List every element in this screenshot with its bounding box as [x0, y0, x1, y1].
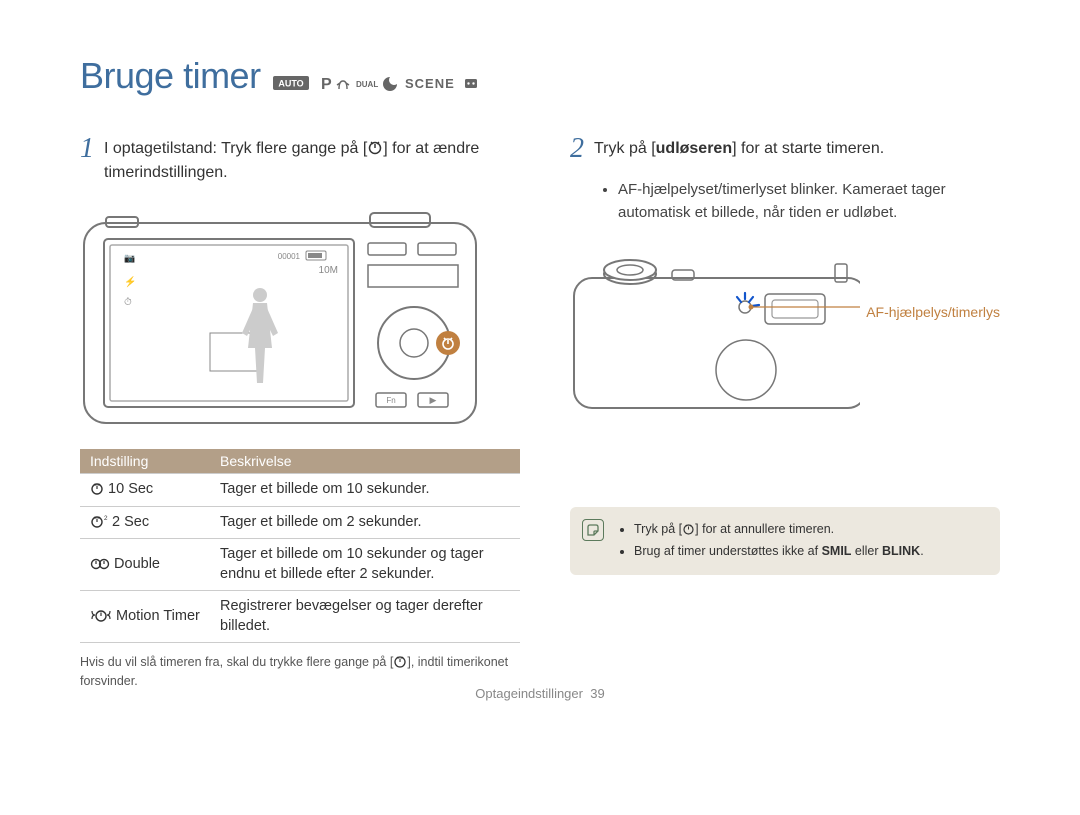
step-2-pre: Tryk på [ [594, 140, 656, 157]
camera-back-illustration: 📷 00001 10M ⚡ ⏱ [80, 203, 510, 433]
columns: 1 I optagetilstand: Tryk flere gange på … [80, 137, 1000, 691]
table-row: Double Tager et billede om 10 sekunder o… [80, 539, 520, 591]
step-2-bullet-1: AF-hjælpelyset/timerlyset blinker. Kamer… [618, 179, 1000, 224]
svg-text:SCENE: SCENE [405, 76, 455, 91]
page-title: Bruge timer [80, 55, 261, 96]
row-1-label: 10 Sec [108, 481, 153, 497]
timer-icon [393, 654, 407, 668]
mode-icon-strip: AUTO P DUAL SCENE [273, 73, 483, 95]
info-2-pre: Brug af timer understøttes ikke af [634, 544, 822, 558]
left-column: 1 I optagetilstand: Tryk flere gange på … [80, 137, 510, 691]
page-title-row: Bruge timer AUTO P DUAL SCENE [80, 55, 1000, 97]
camera-back-svg: 📷 00001 10M ⚡ ⏱ [80, 203, 480, 428]
svg-text:📷: 📷 [124, 253, 135, 263]
row-3-desc: Tager et billede om 10 sekunder og tager… [210, 539, 520, 591]
timer-double-icon [90, 556, 110, 570]
step-2-post: ] for at starte timeren. [732, 140, 884, 157]
row-2-label: 2 Sec [112, 514, 149, 530]
settings-table-wrap: Indstilling Beskrivelse 10 Sec Tager et … [80, 449, 510, 691]
timer-10s-icon [90, 481, 104, 495]
row-2-setting: 2S 2 Sec [80, 506, 210, 539]
step-1-pre: I optagetilstand: Tryk flere gange på [ [104, 140, 367, 157]
svg-text:10M: 10M [319, 265, 338, 276]
svg-text:Fn: Fn [386, 396, 395, 405]
step-2-text: Tryk på [udløseren] for at starte timere… [594, 137, 884, 161]
right-column: 2 Tryk på [udløseren] for at starte time… [570, 137, 1000, 691]
row-4-label: Motion Timer [116, 608, 200, 624]
settings-table: Indstilling Beskrivelse 10 Sec Tager et … [80, 449, 520, 643]
step-1-text: I optagetilstand: Tryk flere gange på []… [104, 137, 510, 185]
info-box: Tryk på [ ] for at annullere timeren. Bru… [570, 507, 1000, 575]
info-2-mid: eller [851, 544, 882, 558]
footnote-pre: Hvis du vil slå timeren fra, skal du try… [80, 655, 393, 669]
table-header-row: Indstilling Beskrivelse [80, 449, 520, 474]
mode-icons: AUTO P DUAL SCENE [273, 73, 483, 95]
footer-page: 39 [590, 686, 604, 701]
info-1-pre: Tryk på [ [634, 522, 682, 536]
page: Bruge timer AUTO P DUAL SCENE [0, 0, 1080, 731]
th-setting: Indstilling [80, 449, 210, 474]
timer-icon [367, 139, 383, 155]
page-footer: Optageindstillinger 39 [0, 686, 1080, 701]
camera-front-svg [570, 252, 860, 417]
row-1-desc: Tager et billede om 10 sekunder. [210, 474, 520, 507]
timer-2s-icon: 2S [90, 514, 108, 528]
row-3-label: Double [114, 556, 160, 572]
footer-section: Optageindstillinger [475, 686, 583, 701]
table-row: 2S 2 Sec Tager et billede om 2 sekunder. [80, 506, 520, 539]
table-row: 10 Sec Tager et billede om 10 sekunder. [80, 474, 520, 507]
svg-text:▶: ▶ [430, 395, 437, 405]
note-icon [582, 519, 604, 541]
af-light-callout: AF-hjælpelys/timerlys [866, 304, 1000, 320]
table-row: Motion Timer Registrerer bevægelser og t… [80, 591, 520, 643]
step-1-num: 1 [80, 135, 94, 163]
step-2: 2 Tryk på [udløseren] for at starte time… [570, 137, 1000, 163]
info-2-b2: BLINK [882, 544, 920, 558]
timer-motion-icon [90, 608, 112, 622]
info-item-2: Brug af timer understøttes ikke af SMIL … [634, 541, 986, 561]
svg-text:P: P [321, 76, 332, 93]
row-2-desc: Tager et billede om 2 sekunder. [210, 506, 520, 539]
row-4-desc: Registrerer bevægelser og tager derefter… [210, 591, 520, 643]
th-description: Beskrivelse [210, 449, 520, 474]
row-3-setting: Double [80, 539, 210, 591]
step-1: 1 I optagetilstand: Tryk flere gange på … [80, 137, 510, 185]
step-2-bullets: AF-hjælpelyset/timerlyset blinker. Kamer… [600, 179, 1000, 224]
svg-text:00001: 00001 [278, 252, 301, 261]
svg-text:⏱: ⏱ [124, 297, 132, 308]
svg-text:AUTO: AUTO [278, 78, 303, 88]
step-2-trigger: udløseren [656, 140, 732, 157]
info-1-post: ] for at annullere timeren. [695, 522, 834, 536]
info-2-post: . [920, 544, 923, 558]
row-4-setting: Motion Timer [80, 591, 210, 643]
timer-icon [682, 522, 695, 535]
svg-text:2S: 2S [104, 516, 108, 522]
row-1-setting: 10 Sec [80, 474, 210, 507]
info-2-b1: SMIL [822, 544, 852, 558]
svg-text:⚡: ⚡ [124, 275, 136, 288]
svg-text:DUAL: DUAL [356, 80, 378, 89]
info-item-1: Tryk på [ ] for at annullere timeren. [634, 519, 986, 539]
step-2-num: 2 [570, 135, 584, 163]
camera-front-illustration: AF-hjælpelys/timerlys [570, 242, 1000, 417]
